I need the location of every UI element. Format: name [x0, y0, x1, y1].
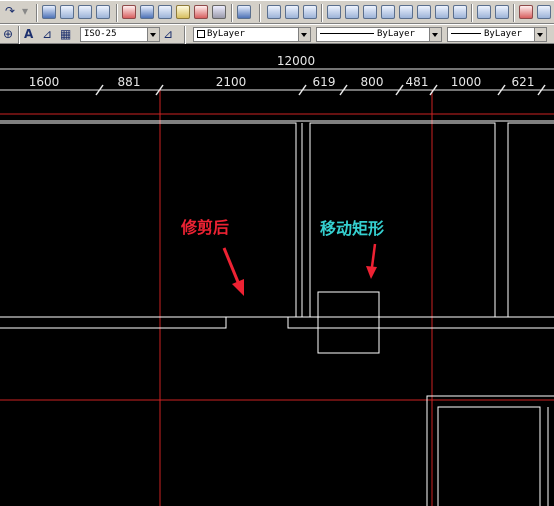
- dimension-text: 2100: [216, 75, 247, 89]
- design-center-icon[interactable]: [140, 5, 154, 19]
- dimension-text: 800: [361, 75, 384, 89]
- dimension-text: 619: [313, 75, 336, 89]
- styles-toolbar: ⊕ A ⊿ ▦ ISO-25 ⊿ ByLayer ByLayer ByLayer: [0, 24, 554, 44]
- orbit-icon[interactable]: [267, 5, 281, 19]
- zoom-previous-icon[interactable]: [96, 5, 110, 19]
- arrow-move-head: [366, 266, 377, 279]
- lineweight-value: ByLayer: [484, 29, 522, 39]
- view-front-icon[interactable]: [399, 5, 413, 19]
- sheet-set-icon[interactable]: [176, 5, 190, 19]
- lineweight-preview: [451, 33, 481, 34]
- overall-dimension-text: 12000: [277, 54, 315, 68]
- view-ne-iso-icon[interactable]: [477, 5, 491, 19]
- dimension-text: 881: [118, 75, 141, 89]
- view-top-icon[interactable]: [327, 5, 341, 19]
- calculator-icon[interactable]: [212, 5, 226, 19]
- lower-room-outer: [426, 395, 554, 506]
- tool-palettes-icon[interactable]: [158, 5, 172, 19]
- view-se-iso-icon[interactable]: [453, 5, 467, 19]
- linetype-select[interactable]: ByLayer: [316, 27, 442, 42]
- redo-icon[interactable]: ↷: [5, 3, 15, 19]
- drawing-canvas[interactable]: 12000 1600 881 2100 619 800 481 1000 621…: [0, 44, 554, 506]
- autocad-window: ↷ ▾ ⊕ A ⊿ ▦ ISO-25 ⊿ ByLayer ByLayer ByL…: [0, 0, 554, 506]
- view-left-icon[interactable]: [363, 5, 377, 19]
- dimension-text: 481: [406, 75, 429, 89]
- layer-value: ByLayer: [207, 29, 245, 39]
- view-back-icon[interactable]: [417, 5, 431, 19]
- dimension-text: 621: [512, 75, 535, 89]
- moved-rectangle[interactable]: [317, 291, 380, 354]
- lower-room-inner: [437, 406, 541, 506]
- annotation-trimmed-text: 修剪后: [180, 218, 229, 237]
- view-right-icon[interactable]: [381, 5, 395, 19]
- view-nw-iso-icon[interactable]: [495, 5, 509, 19]
- annotation-move-text: 移动矩形: [320, 219, 384, 238]
- annotation-trimmed: 修剪后: [180, 218, 244, 296]
- layer-color-swatch: [197, 29, 205, 38]
- multileader-style-icon[interactable]: ⊿: [163, 26, 173, 42]
- view-sw-iso-icon[interactable]: [435, 5, 449, 19]
- free-orbit-icon[interactable]: [285, 5, 299, 19]
- dimension-lines: 12000 1600 881 2100 619 800 481 1000 621: [0, 54, 554, 96]
- arrow-trimmed: [222, 247, 240, 283]
- markup-icon[interactable]: [194, 5, 208, 19]
- standard-toolbar: ↷ ▾: [0, 0, 554, 24]
- properties-icon[interactable]: [122, 5, 136, 19]
- arrow-trimmed-head: [232, 279, 244, 296]
- walls: [0, 120, 554, 506]
- dimension-style-select[interactable]: ISO-25: [80, 27, 160, 42]
- lineweight-select[interactable]: ByLayer: [447, 27, 547, 42]
- room-left-outline: [0, 122, 297, 318]
- pan-icon[interactable]: [42, 5, 56, 19]
- zoom-realtime-icon[interactable]: [60, 5, 74, 19]
- annotation-move: 移动矩形: [320, 219, 384, 279]
- table-style-icon[interactable]: ▦: [60, 26, 71, 42]
- view-bottom-icon[interactable]: [345, 5, 359, 19]
- layer-select[interactable]: ByLayer: [193, 27, 311, 42]
- dimension-style-value: ISO-25: [84, 29, 117, 39]
- guide-lines: [0, 90, 554, 506]
- linetype-preview: [320, 33, 374, 34]
- dimension-text: 1600: [29, 75, 60, 89]
- continuous-orbit-icon[interactable]: [303, 5, 317, 19]
- chevron-down-icon: [147, 28, 159, 41]
- help-icon[interactable]: [237, 5, 251, 19]
- chevron-down-icon: [534, 28, 546, 41]
- redo-dropdown-icon[interactable]: ▾: [22, 3, 28, 19]
- room-right-outline: [507, 122, 554, 318]
- dimension-text: 1000: [451, 75, 482, 89]
- chevron-down-icon: [429, 28, 441, 41]
- layer-previous-icon[interactable]: [519, 5, 533, 19]
- chevron-down-icon: [298, 28, 310, 41]
- arrow-move: [370, 243, 377, 268]
- zoom-window-icon[interactable]: [78, 5, 92, 19]
- layer-states-icon[interactable]: [537, 5, 551, 19]
- text-style-icon[interactable]: A: [24, 26, 33, 42]
- trimmed-wall: [0, 316, 227, 329]
- dimension-style-icon[interactable]: ⊿: [42, 26, 52, 42]
- linetype-value: ByLayer: [377, 29, 415, 39]
- crosshair-icon[interactable]: ⊕: [3, 26, 13, 42]
